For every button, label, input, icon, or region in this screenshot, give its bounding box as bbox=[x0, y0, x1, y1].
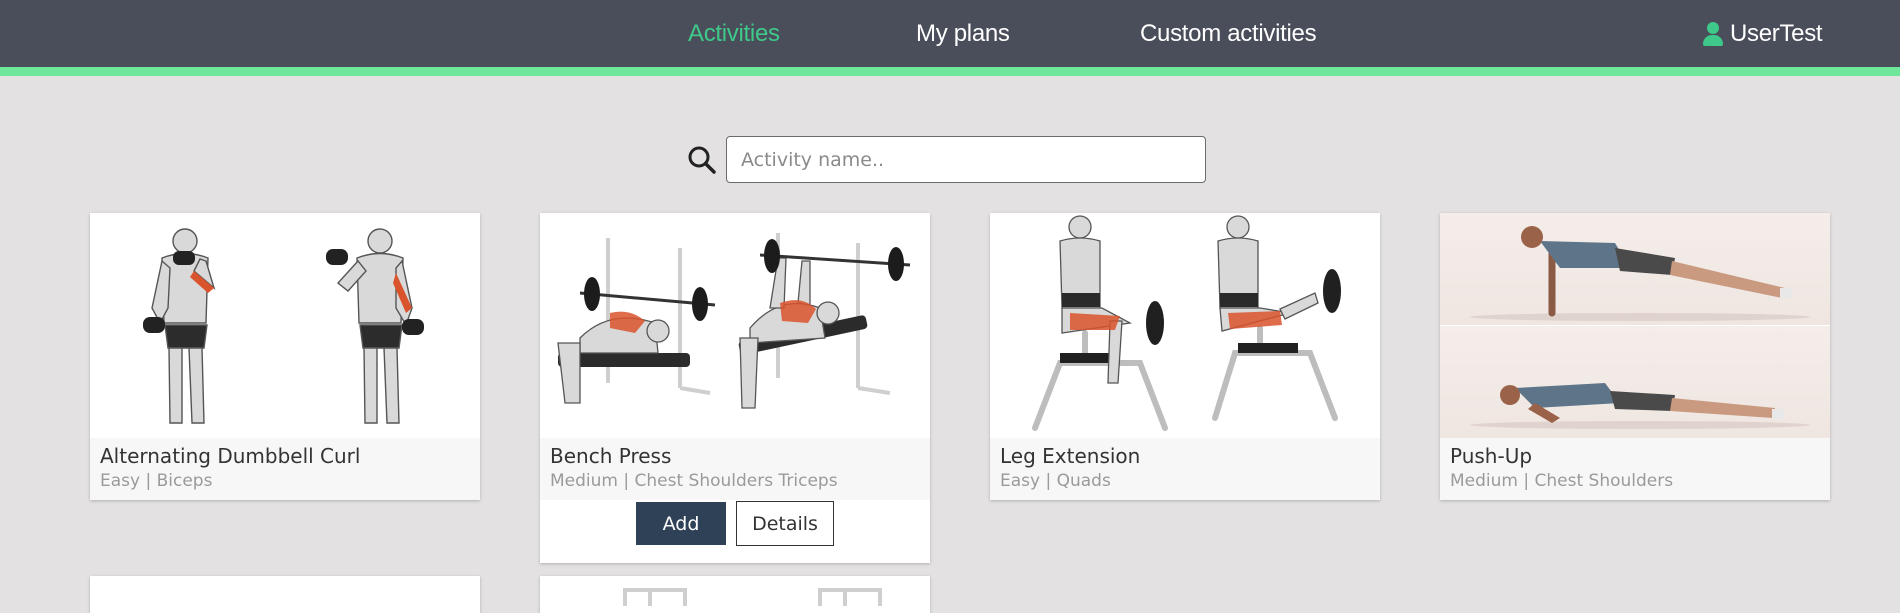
activity-illustration bbox=[90, 213, 480, 438]
navbar-accent-bar bbox=[0, 67, 1900, 76]
top-navbar: Activities My plans Custom activities Us… bbox=[0, 0, 1900, 67]
activity-photo bbox=[1440, 213, 1830, 438]
activity-illustration bbox=[540, 576, 930, 613]
activity-details-button[interactable]: Details bbox=[736, 501, 834, 546]
card-info: Alternating Dumbbell Curl Easy | Biceps bbox=[90, 438, 480, 500]
activity-card[interactable] bbox=[90, 576, 480, 613]
card-info: Leg Extension Easy | Quads bbox=[990, 438, 1380, 500]
card-actions: Add Details bbox=[540, 500, 930, 563]
activity-card[interactable]: Leg Extension Easy | Quads bbox=[990, 213, 1380, 500]
user-name: UserTest bbox=[1730, 20, 1823, 47]
activity-subtitle: Easy | Biceps bbox=[100, 471, 213, 491]
activity-subtitle: Medium | Chest Shoulders bbox=[1450, 471, 1674, 491]
user-menu[interactable]: UserTest bbox=[1702, 0, 1823, 67]
activity-title: Leg Extension bbox=[1000, 444, 1141, 468]
card-info: Bench Press Medium | Chest Shoulders Tri… bbox=[540, 438, 930, 500]
activity-search-input[interactable] bbox=[726, 136, 1206, 183]
card-info: Push-Up Medium | Chest Shoulders bbox=[1440, 438, 1830, 500]
nav-my-plans-link[interactable]: My plans bbox=[916, 0, 1010, 67]
search-bar bbox=[686, 136, 1206, 183]
activity-title: Alternating Dumbbell Curl bbox=[100, 444, 361, 468]
activity-card[interactable] bbox=[540, 576, 930, 613]
activity-card[interactable]: Push-Up Medium | Chest Shoulders bbox=[1440, 213, 1830, 500]
add-activity-button[interactable]: Add bbox=[636, 502, 726, 545]
activity-illustration bbox=[540, 213, 930, 438]
nav-custom-activities-link[interactable]: Custom activities bbox=[1140, 0, 1317, 67]
activity-title: Bench Press bbox=[550, 444, 672, 468]
activity-illustration bbox=[90, 576, 480, 613]
user-icon bbox=[1702, 21, 1724, 47]
activity-illustration bbox=[990, 213, 1380, 438]
search-icon[interactable] bbox=[686, 144, 718, 176]
nav-activities-link[interactable]: Activities bbox=[688, 0, 780, 67]
activity-title: Push-Up bbox=[1450, 444, 1533, 468]
activity-subtitle: Medium | Chest Shoulders Triceps bbox=[550, 471, 838, 491]
activity-card[interactable]: Alternating Dumbbell Curl Easy | Biceps bbox=[90, 213, 480, 500]
activity-card[interactable]: Bench Press Medium | Chest Shoulders Tri… bbox=[540, 213, 930, 563]
activity-subtitle: Easy | Quads bbox=[1000, 471, 1111, 491]
